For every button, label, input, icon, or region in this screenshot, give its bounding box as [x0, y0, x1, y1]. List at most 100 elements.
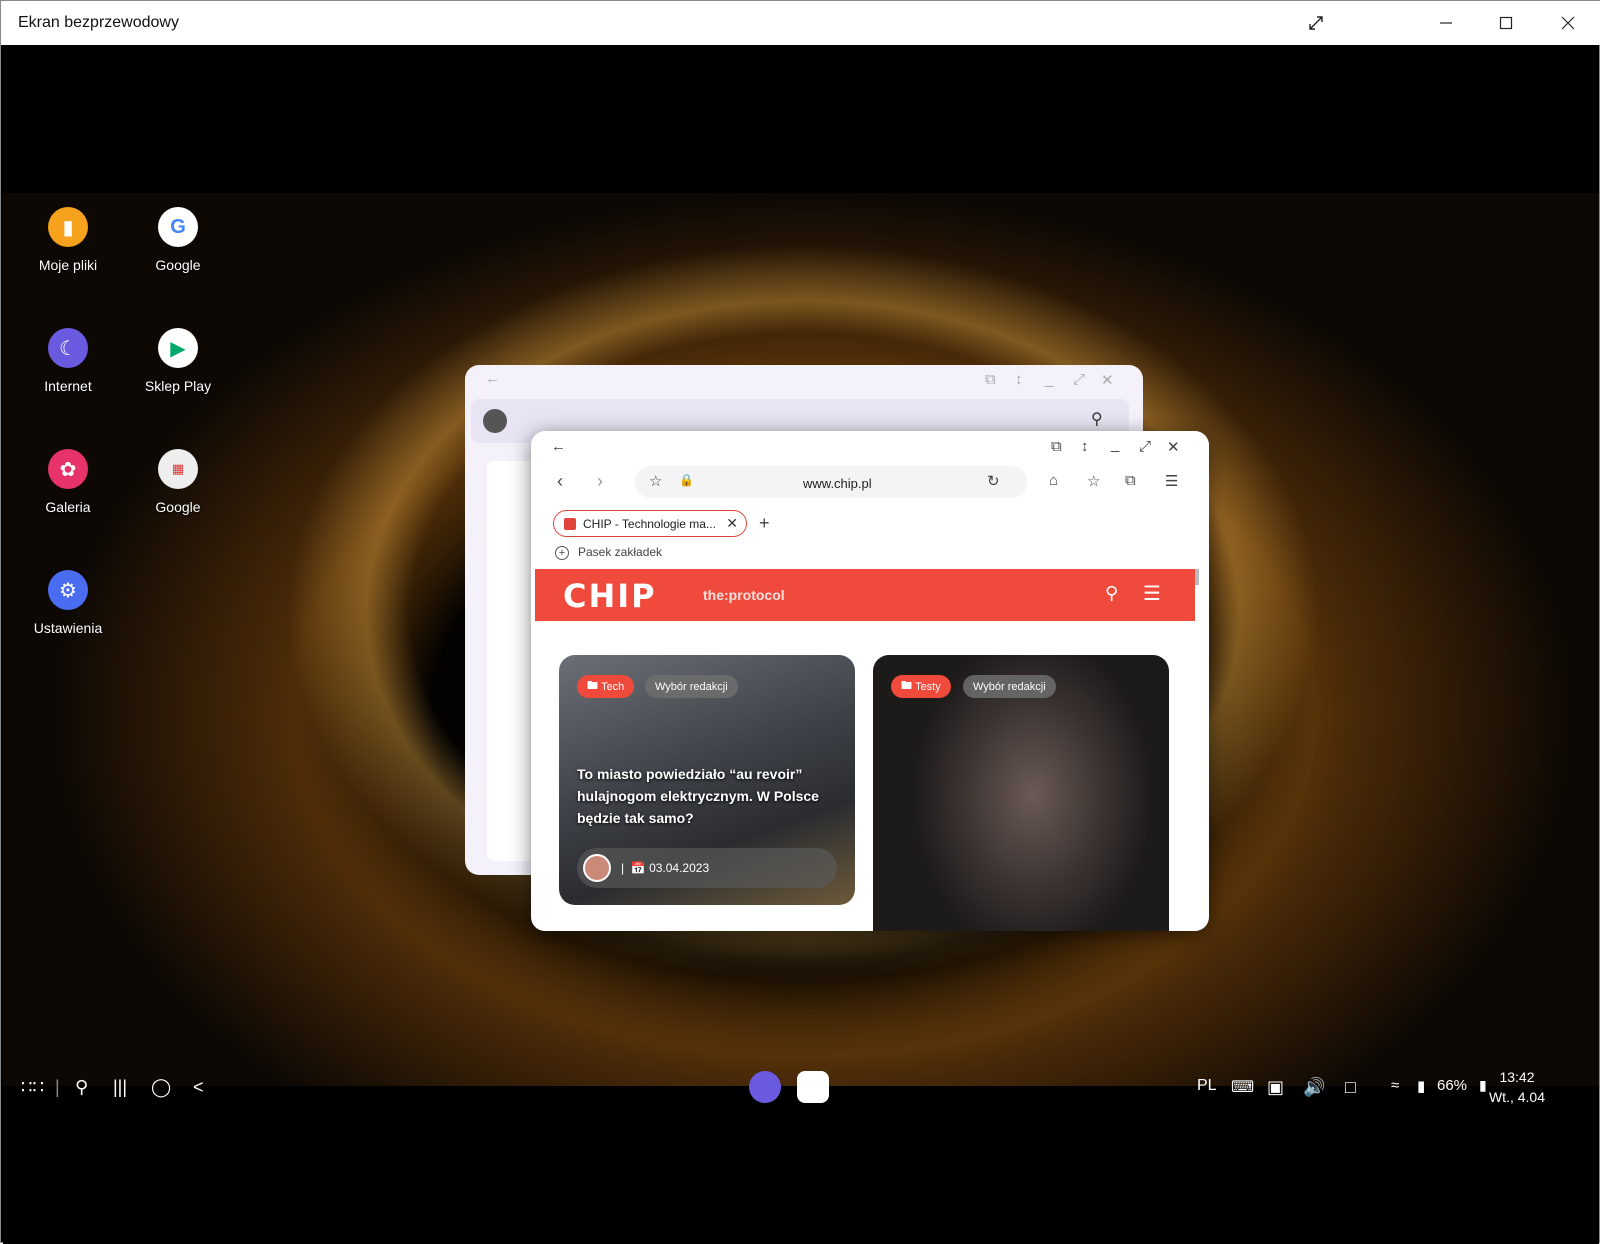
- nav-forward-icon[interactable]: ›: [597, 471, 603, 492]
- nav-back-icon[interactable]: ‹: [557, 471, 563, 492]
- site-menu-icon[interactable]: ☰: [1143, 581, 1161, 606]
- keyboard-icon[interactable]: ⌨: [1231, 1077, 1254, 1097]
- browser-window-titlebar: ← ⧉ ↕ _ ⤢ ✕: [531, 431, 1209, 463]
- gallery-icon: ✿: [48, 449, 88, 489]
- address-bar[interactable]: ☆ 🔒 www.chip.pl ↻: [635, 466, 1027, 498]
- maximize-button[interactable]: [1489, 7, 1523, 39]
- app-google[interactable]: G Google: [123, 207, 233, 273]
- menu-icon[interactable]: ☰: [1165, 472, 1178, 490]
- minimize-icon[interactable]: _: [1111, 436, 1119, 453]
- article-card[interactable]: 🖿 Tech Wybór redakcji To miasto powiedzi…: [559, 655, 855, 905]
- pin-icon[interactable]: ↕: [1015, 371, 1023, 388]
- article-card[interactable]: 🖿 Testy Wybór redakcji: [873, 655, 1169, 931]
- app-sklep-play[interactable]: ▶ Sklep Play: [123, 328, 233, 394]
- window-mode-icon[interactable]: ⧉: [1051, 438, 1062, 455]
- signal-icon[interactable]: ▮: [1417, 1077, 1425, 1095]
- chip-website: CHIP the:protocol ⚲ ☰ 🖿 Tech Wybór redak…: [535, 569, 1199, 931]
- window-titlebar: Ekran bezprzewodowy: [1, 1, 1600, 45]
- link-to-windows-icon[interactable]: [797, 1071, 829, 1103]
- pin-icon[interactable]: ↕: [1081, 438, 1089, 455]
- recent-apps-icon[interactable]: |||: [113, 1077, 127, 1098]
- home-icon[interactable]: ⌂: [1049, 472, 1058, 489]
- google-apps-folder-icon: ▦: [158, 449, 198, 489]
- app-internet[interactable]: ☾ Internet: [13, 328, 123, 394]
- window-mode-icon[interactable]: ⧉: [985, 371, 996, 388]
- back-arrow-icon[interactable]: ←: [551, 438, 566, 455]
- app-label: Moje pliki: [38, 257, 98, 273]
- chip-favicon-icon: [564, 517, 576, 530]
- tabs-icon[interactable]: ⧉: [1125, 472, 1136, 489]
- bookmarks-bar[interactable]: + Pasek zakładek: [555, 545, 662, 560]
- close-icon[interactable]: ✕: [1101, 371, 1114, 389]
- browser-window[interactable]: ← ⧉ ↕ _ ⤢ ✕ ‹ › ☆ 🔒 www.chip.pl ↻ ⌂ ☆ ⧉: [531, 431, 1209, 931]
- search-icon[interactable]: ⚲: [1091, 409, 1103, 429]
- samsung-internet-icon: ☾: [48, 328, 88, 368]
- app-label: Sklep Play: [144, 378, 212, 394]
- editor-pick-tag[interactable]: Wybór redakcji: [963, 675, 1056, 698]
- home-icon[interactable]: ◯: [151, 1077, 171, 1098]
- maximize-icon[interactable]: ⤢: [1139, 438, 1151, 455]
- lock-icon: 🔒: [679, 473, 694, 487]
- wifi-icon[interactable]: ≈: [1391, 1077, 1399, 1094]
- chip-header: CHIP the:protocol ⚲ ☰: [535, 569, 1195, 621]
- app-moje-pliki[interactable]: ▮ Moje pliki: [13, 207, 123, 273]
- folder-icon: ▮: [48, 207, 88, 247]
- reload-icon[interactable]: ↻: [987, 472, 1000, 490]
- close-button[interactable]: [1551, 7, 1585, 39]
- author-avatar[interactable]: [583, 854, 611, 882]
- app-label: Ustawienia: [33, 620, 103, 636]
- back-arrow-icon[interactable]: ←: [485, 370, 500, 387]
- close-icon[interactable]: ✕: [1167, 438, 1180, 456]
- search-icon[interactable]: ⚲: [75, 1077, 88, 1098]
- new-tab-icon[interactable]: +: [759, 513, 770, 534]
- partner-logo[interactable]: the:protocol: [703, 587, 785, 603]
- app-google-folder[interactable]: ▦ Google: [123, 449, 233, 515]
- notifications-icon[interactable]: □: [1345, 1077, 1356, 1098]
- editor-pick-tag[interactable]: Wybór redakcji: [645, 675, 738, 698]
- minimize-icon[interactable]: _: [1045, 371, 1053, 388]
- chip-logo[interactable]: CHIP: [563, 577, 657, 615]
- language-indicator[interactable]: PL: [1197, 1077, 1217, 1095]
- play-store-icon: ▶: [158, 328, 198, 368]
- bookmarks-icon[interactable]: ☆: [1087, 472, 1100, 490]
- app-label: Galeria: [45, 499, 91, 515]
- minimize-button[interactable]: [1429, 7, 1463, 39]
- article-meta: | 📅 03.04.2023: [577, 848, 837, 888]
- scrollbar[interactable]: [1195, 569, 1199, 585]
- url-text: www.chip.pl: [803, 476, 872, 491]
- bookmarks-bar-label: Pasek zakładek: [578, 545, 663, 559]
- tab-close-icon[interactable]: ✕: [726, 515, 738, 532]
- app-ustawienia[interactable]: ⚙ Ustawienia: [13, 570, 123, 636]
- dex-taskbar: ∷∷ | ⚲ ||| ◯ < PL ⌨ ▣ 🔊 □ ≈ ▮ 66% ▮ 13:4…: [3, 1065, 1599, 1115]
- tab-title: CHIP - Technologie ma...: [583, 516, 716, 531]
- article-date: | 📅 03.04.2023: [621, 861, 710, 875]
- volume-icon[interactable]: 🔊: [1303, 1077, 1325, 1098]
- article-headline[interactable]: To miasto powiedziało “au revoir” hulajn…: [577, 763, 827, 829]
- app-galeria[interactable]: ✿ Galeria: [13, 449, 123, 515]
- clock[interactable]: 13:42 Wt., 4.04: [1489, 1067, 1545, 1107]
- category-tag[interactable]: 🖿 Testy: [891, 675, 951, 698]
- fullscreen-icon[interactable]: [1299, 7, 1333, 39]
- maximize-icon[interactable]: ⤢: [1073, 371, 1085, 388]
- divider: |: [55, 1077, 60, 1097]
- background-window-panel: [487, 461, 537, 861]
- avatar: [483, 409, 507, 433]
- dex-desktop: ▮ Moje pliki G Google ☾ Internet ▶ Sklep…: [3, 45, 1599, 1244]
- screenshot-icon[interactable]: ▣: [1267, 1077, 1284, 1098]
- wireless-display-window: Ekran bezprzewodowy ▮ Moje pliki G Googl…: [0, 0, 1600, 1244]
- add-bookmark-icon: +: [555, 546, 569, 560]
- battery-icon: ▮: [1479, 1077, 1487, 1093]
- tab-strip: CHIP - Technologie ma... ✕ +: [531, 505, 1209, 539]
- apps-grid-icon[interactable]: ∷∷: [21, 1077, 44, 1098]
- battery-level[interactable]: 66%: [1437, 1077, 1467, 1094]
- star-icon[interactable]: ☆: [649, 472, 662, 490]
- tab-chip[interactable]: CHIP - Technologie ma... ✕: [553, 510, 747, 537]
- clock-time: 13:42: [1499, 1069, 1535, 1085]
- app-label: Internet: [44, 378, 92, 394]
- category-tag[interactable]: 🖿 Tech: [577, 675, 635, 698]
- google-icon: G: [158, 207, 198, 247]
- back-icon[interactable]: <: [193, 1077, 204, 1098]
- site-search-icon[interactable]: ⚲: [1105, 583, 1118, 604]
- window-title: Ekran bezprzewodowy: [18, 14, 179, 31]
- samsung-internet-icon[interactable]: [749, 1071, 781, 1103]
